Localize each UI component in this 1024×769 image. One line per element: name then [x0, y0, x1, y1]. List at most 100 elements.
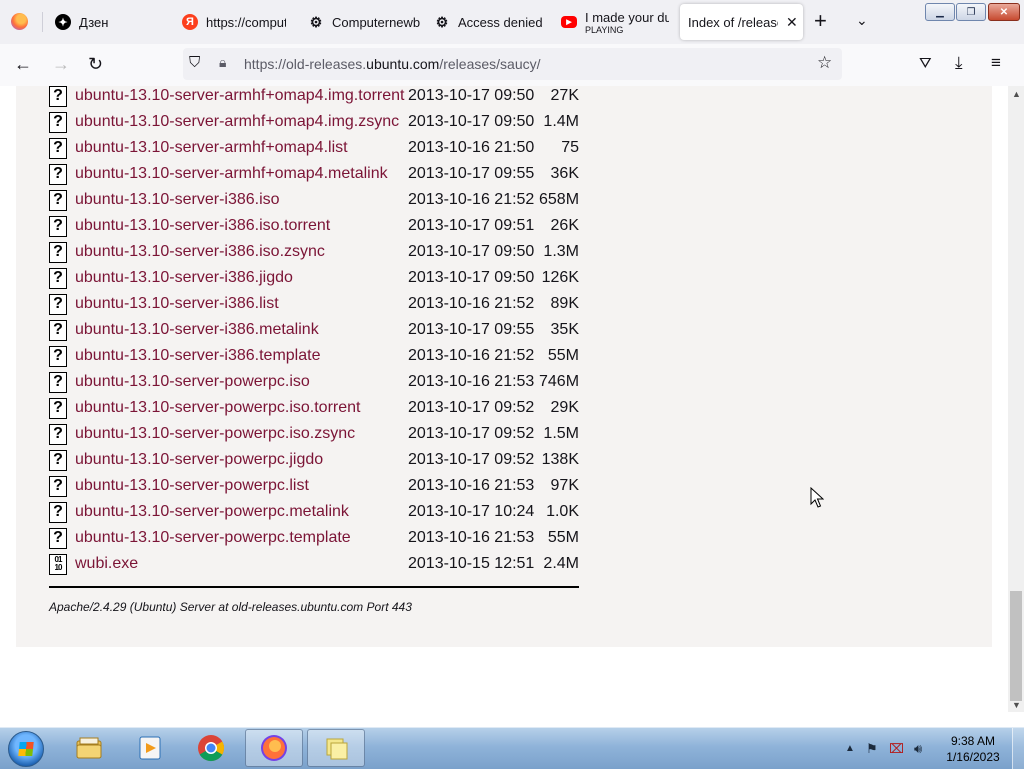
tab-youtube[interactable]: ▶ I made your du PLAYING	[561, 4, 669, 40]
minimize-button[interactable]: ▁	[925, 3, 955, 21]
tab-title: Index of /release	[688, 14, 778, 30]
unknown-file-icon[interactable]: ?	[49, 241, 67, 263]
file-link[interactable]: ubuntu-13.10-server-i386.template	[75, 347, 408, 365]
file-link[interactable]: ubuntu-13.10-server-powerpc.iso.zsync	[75, 425, 408, 443]
bookmark-star-icon[interactable]: ☆	[817, 53, 832, 73]
unknown-file-icon[interactable]: ?	[49, 475, 67, 497]
directory-listing-panel: ? ubuntu-13.10-server-armhf+omap4.img.tor…	[16, 86, 992, 647]
unknown-file-icon[interactable]: ?	[49, 397, 67, 419]
unknown-file-icon[interactable]: ?	[49, 137, 67, 159]
unknown-file-icon[interactable]: ?	[49, 163, 67, 185]
unknown-file-icon[interactable]: ?	[49, 371, 67, 393]
tab-computernewb[interactable]: ⚙ Computernewb	[308, 4, 420, 40]
file-row: ? ubuntu-13.10-server-powerpc.iso.zsync 20…	[49, 421, 579, 447]
taskbar-notes[interactable]	[307, 729, 365, 767]
back-arrow-icon[interactable]: ←	[14, 54, 32, 74]
file-link[interactable]: ubuntu-13.10-server-i386.jigdo	[75, 269, 408, 287]
action-center-icon[interactable]: ⚑	[866, 741, 878, 757]
playing-label: PLAYING	[585, 24, 624, 35]
file-link[interactable]: ubuntu-13.10-server-armhf+omap4.list	[75, 139, 408, 157]
volume-icon[interactable]: 🔊︎	[914, 741, 922, 757]
file-row: ? ubuntu-13.10-server-i386.list 2013-10-16…	[49, 291, 579, 317]
tab-index-of-releases[interactable]: Index of /release ✕	[680, 4, 803, 40]
last-modified: 2013-10-17 09:50	[408, 113, 535, 130]
unknown-file-icon[interactable]: ?	[49, 86, 67, 107]
file-size: 26K	[550, 217, 579, 234]
close-tab-icon[interactable]: ✕	[786, 14, 798, 31]
tab-dzen[interactable]: ✦ Дзен	[55, 4, 167, 40]
unknown-file-icon[interactable]: ?	[49, 527, 67, 549]
restore-button[interactable]: ❐	[956, 3, 986, 21]
file-size: 746M	[539, 373, 580, 390]
yandex-icon: Я	[182, 14, 198, 30]
unknown-file-icon[interactable]: ?	[49, 293, 67, 315]
shield-icon[interactable]: ⛉	[189, 54, 200, 71]
clock[interactable]: 9:38 AM 1/16/2023	[945, 733, 1001, 765]
file-link[interactable]: ubuntu-13.10-server-i386.list	[75, 295, 408, 313]
file-link[interactable]: ubuntu-13.10-server-i386.iso.zsync	[75, 243, 408, 261]
last-modified: 2013-10-17 10:24	[408, 503, 535, 520]
taskbar-firefox[interactable]	[245, 729, 303, 767]
url-path: /releases/saucy/	[439, 56, 541, 72]
downloads-icon[interactable]: ⤓	[955, 53, 963, 73]
new-tab-plus-icon[interactable]: +	[814, 10, 827, 32]
unknown-file-icon[interactable]: ?	[49, 189, 67, 211]
last-modified: 2013-10-16 21:53	[408, 373, 535, 390]
unknown-file-icon[interactable]: ?	[49, 423, 67, 445]
scrollbar-thumb[interactable]	[1010, 591, 1022, 701]
close-window-button[interactable]: ✕	[988, 3, 1020, 21]
unknown-file-icon[interactable]: ?	[49, 319, 67, 341]
start-button[interactable]	[8, 731, 44, 767]
file-row: ? ubuntu-13.10-server-i386.template 2013-1…	[49, 343, 579, 369]
tab-access-denied[interactable]: ⚙ Access denied	[434, 4, 546, 40]
forward-arrow-icon[interactable]: →	[52, 54, 70, 74]
file-link[interactable]: ubuntu-13.10-server-powerpc.template	[75, 529, 408, 547]
vertical-scrollbar[interactable]: ▲ ▼	[1008, 86, 1024, 712]
divider	[49, 586, 579, 588]
file-link[interactable]: ubuntu-13.10-server-i386.iso	[75, 191, 408, 209]
tab-title: I made your du	[585, 9, 669, 25]
reload-icon[interactable]: ↻	[88, 54, 103, 74]
unknown-file-icon[interactable]: ?	[49, 267, 67, 289]
tab-yandex[interactable]: Я https://comput	[182, 4, 286, 40]
unknown-file-icon[interactable]: ?	[49, 449, 67, 471]
binary-file-icon[interactable]: 01 10	[49, 553, 67, 575]
network-icon[interactable]: ⌧	[889, 741, 904, 757]
file-size: 1.4M	[543, 113, 579, 130]
file-size: 55M	[547, 529, 579, 546]
file-link[interactable]: ubuntu-13.10-server-armhf+omap4.img.torr…	[75, 87, 408, 105]
file-link[interactable]: ubuntu-13.10-server-powerpc.iso.torrent	[75, 399, 408, 417]
scroll-down-arrow-icon[interactable]: ▼	[1012, 700, 1021, 710]
url-bar[interactable]: ⛉ 🔒︎ https://old-releases.ubuntu.com/rel…	[183, 48, 842, 80]
file-row: ? ubuntu-13.10-server-powerpc.list 2013-10…	[49, 473, 579, 499]
list-all-tabs-chevron-icon[interactable]: ⌄	[856, 12, 868, 29]
unknown-file-icon[interactable]: ?	[49, 111, 67, 133]
pocket-icon[interactable]: ⛛	[919, 55, 932, 72]
scroll-up-arrow-icon[interactable]: ▲	[1012, 89, 1021, 99]
show-desktop-button[interactable]	[1012, 728, 1024, 769]
taskbar-media-player[interactable]	[121, 729, 179, 767]
file-link[interactable]: ubuntu-13.10-server-armhf+omap4.img.zsyn…	[75, 113, 408, 131]
file-link[interactable]: ubuntu-13.10-server-i386.iso.torrent	[75, 217, 408, 235]
file-link[interactable]: ubuntu-13.10-server-powerpc.list	[75, 477, 408, 495]
taskbar-file-explorer[interactable]	[60, 729, 118, 767]
file-link[interactable]: ubuntu-13.10-server-powerpc.jigdo	[75, 451, 408, 469]
unknown-file-icon[interactable]: ?	[49, 345, 67, 367]
file-row: ? ubuntu-13.10-server-i386.jigdo 2013-10-1…	[49, 265, 579, 291]
file-link[interactable]: ubuntu-13.10-server-powerpc.iso	[75, 373, 408, 391]
unknown-file-icon[interactable]: ?	[49, 215, 67, 237]
lock-icon[interactable]: 🔒︎	[219, 54, 226, 71]
unknown-file-icon[interactable]: ?	[49, 501, 67, 523]
file-row: 01 10 wubi.exe 2013-10-15 12:51 2.4M	[49, 551, 579, 577]
file-size: 97K	[550, 477, 579, 494]
file-link[interactable]: wubi.exe	[75, 555, 408, 573]
url-text[interactable]: https://old-releases.ubuntu.com/releases…	[244, 56, 541, 72]
menu-hamburger-icon[interactable]: ≡	[991, 53, 1001, 73]
taskbar-chrome[interactable]	[182, 729, 240, 767]
file-link[interactable]: ubuntu-13.10-server-i386.metalink	[75, 321, 408, 339]
clock-time: 9:38 AM	[950, 734, 996, 748]
show-hidden-icons-arrow-icon[interactable]: ▲	[845, 743, 855, 754]
firefox-icon[interactable]	[11, 13, 28, 30]
file-link[interactable]: ubuntu-13.10-server-armhf+omap4.metalink	[75, 165, 408, 183]
file-link[interactable]: ubuntu-13.10-server-powerpc.metalink	[75, 503, 408, 521]
